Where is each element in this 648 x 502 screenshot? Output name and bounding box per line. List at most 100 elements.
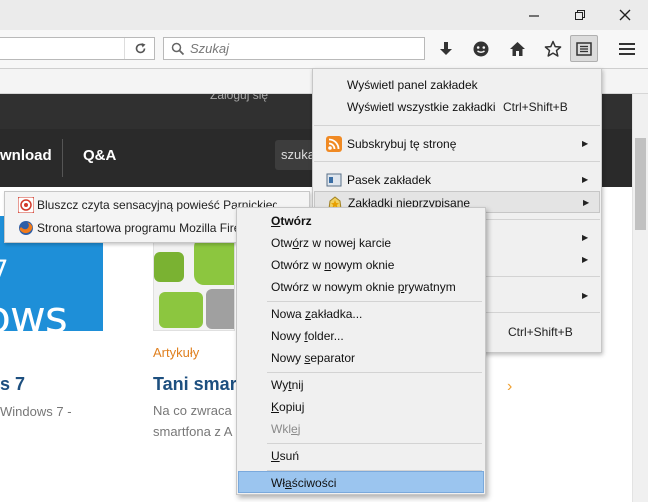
label-accesskey: U	[271, 449, 280, 463]
site-favicon-icon	[18, 197, 34, 213]
pocket-icon	[473, 41, 489, 56]
bookmark-context-menu: Otwórz Otwórz w nowej karcie Otwórz w no…	[236, 207, 486, 495]
carousel-next-arrow[interactable]: ›	[507, 378, 512, 396]
search-input[interactable]	[190, 40, 410, 57]
windows-logo-text: ows 7	[0, 254, 68, 331]
open-in-new-window-item[interactable]: Otwórz w nowym oknie	[238, 254, 484, 276]
submenu-arrow-icon: ▶	[582, 139, 589, 148]
menu-item-label: Pasek zakładek	[347, 173, 432, 187]
scrollbar-thumb[interactable]	[635, 138, 646, 230]
article-excerpt-line: Na co zwraca	[153, 403, 232, 418]
article-excerpt: Na co zwraca smartfona z A	[153, 400, 232, 442]
submenu-arrow-icon: ▶	[582, 233, 589, 242]
menu-separator	[314, 125, 600, 126]
paste-item: Wklej	[238, 418, 484, 440]
reload-button[interactable]	[124, 38, 155, 59]
new-folder-item[interactable]: Nowy folder...	[238, 325, 484, 347]
new-separator-item[interactable]: Nowy separator	[238, 347, 484, 369]
new-bookmark-item[interactable]: Nowa zakładka...	[238, 303, 484, 325]
menu-separator	[314, 161, 600, 162]
site-search-text: szuka	[281, 147, 315, 162]
label-accesskey: a	[285, 476, 292, 490]
close-button[interactable]	[602, 0, 648, 30]
label-accesskey: K	[271, 400, 280, 414]
bookmarks-menu-icon	[576, 41, 592, 56]
cut-item[interactable]: Wytnij	[238, 374, 484, 396]
label-suffix: suń	[279, 449, 300, 463]
label-suffix: owym oknie	[331, 258, 395, 272]
menu-item-label: Nowa zakładka...	[271, 303, 362, 325]
label-accesskey: e	[291, 422, 298, 436]
downloads-button[interactable]	[432, 35, 460, 62]
nav-divider	[62, 139, 63, 177]
restore-button[interactable]	[557, 0, 603, 30]
label-suffix: nij	[291, 378, 304, 392]
left-article-text: Windows 7 -	[0, 404, 72, 419]
submenu-arrow-icon: ▶	[583, 198, 590, 207]
hamburger-menu-button[interactable]	[613, 35, 641, 62]
copy-item[interactable]: Kopiuj	[238, 396, 484, 418]
menu-item-label: Otwórz	[271, 210, 312, 232]
show-bookmarks-sidebar-item[interactable]: Wyświetl panel zakładek	[314, 74, 600, 96]
label-suffix: rywatnym	[404, 280, 456, 294]
open-item[interactable]: Otwórz	[238, 210, 484, 232]
label-suffix: eparator	[310, 351, 356, 365]
hamburger-menu-icon	[619, 42, 635, 55]
url-bar[interactable]	[0, 37, 155, 60]
reload-icon	[135, 43, 145, 54]
menu-item-shortcut: Ctrl+Shift+B	[503, 100, 568, 114]
label-suffix: rz w nowej karcie	[299, 236, 392, 250]
menu-item-label: Nowy folder...	[271, 325, 344, 347]
label-prefix: Wkl	[271, 422, 291, 436]
submenu-arrow-icon: ▶	[582, 255, 589, 264]
delete-item[interactable]: Usuń	[238, 445, 484, 467]
menu-separator	[267, 443, 482, 444]
subscribe-page-item[interactable]: Subskrybuj tę stronę ▶	[314, 133, 600, 155]
site-search-input[interactable]: szuka	[275, 140, 315, 170]
menu-item-label: Nowy separator	[271, 347, 355, 369]
restore-icon	[575, 10, 585, 20]
menu-separator	[267, 301, 482, 302]
article-category[interactable]: Artykuły	[153, 345, 199, 360]
bookmarks-menu-button[interactable]	[570, 35, 598, 62]
label-prefix: Nowa	[271, 307, 306, 321]
pocket-button[interactable]	[467, 35, 495, 62]
nav-download-link[interactable]: wnload	[0, 147, 52, 164]
nav-qa-link[interactable]: Q&A	[83, 147, 116, 164]
label-prefix: Otwórz w	[271, 258, 325, 272]
home-button[interactable]	[503, 35, 531, 62]
search-box[interactable]	[163, 37, 425, 60]
menu-item-label: Usuń	[271, 445, 299, 467]
article-excerpt-line: smartfona z A	[153, 424, 233, 439]
show-all-bookmarks-item[interactable]: Wyświetl wszystkie zakładki Ctrl+Shift+B	[314, 96, 600, 118]
bookmarks-toolbar-item[interactable]: Pasek zakładek ▶	[314, 169, 600, 191]
submenu-arrow-icon: ▶	[582, 291, 589, 300]
open-in-private-window-item[interactable]: Otwórz w nowym oknie prywatnym	[238, 276, 484, 298]
label-prefix: Otwórz w nowym oknie	[271, 280, 398, 294]
menu-item-label: Subskrybuj tę stronę	[347, 137, 457, 151]
label-prefix: Wł	[271, 476, 285, 490]
bookmark-star-button[interactable]	[539, 35, 567, 62]
menu-item-label: Otwórz w nowym oknie	[271, 254, 394, 276]
windows-logo-word: ows	[0, 292, 68, 331]
page-scrollbar[interactable]	[632, 94, 648, 502]
login-link[interactable]: Zaloguj się	[210, 94, 268, 102]
menu-item-label: Otwórz w nowym oknie prywatnym	[271, 276, 456, 298]
menu-item-label: Kopiuj	[271, 396, 304, 418]
bookmark-star-icon	[544, 40, 562, 57]
label-suffix: akładka...	[311, 307, 363, 321]
minimize-icon	[529, 15, 539, 17]
label-suffix: opiuj	[279, 400, 305, 414]
label-accesskey: O	[271, 214, 281, 228]
title-bar	[0, 0, 648, 30]
open-in-new-tab-item[interactable]: Otwórz w nowej karcie	[238, 232, 484, 254]
menu-item-label: Wyświetl wszystkie zakładki	[347, 100, 496, 114]
label-suffix: ściwości	[291, 476, 337, 490]
menu-item-shortcut: Ctrl+Shift+B	[508, 325, 573, 339]
left-article-title[interactable]: s 7	[0, 374, 25, 395]
submenu-arrow-icon: ▶	[582, 175, 589, 184]
properties-item[interactable]: Właściwości	[238, 471, 484, 493]
article-title[interactable]: Tani smar	[153, 374, 237, 395]
bookmarks-toolbar-icon	[326, 173, 342, 187]
minimize-button[interactable]	[511, 0, 557, 30]
